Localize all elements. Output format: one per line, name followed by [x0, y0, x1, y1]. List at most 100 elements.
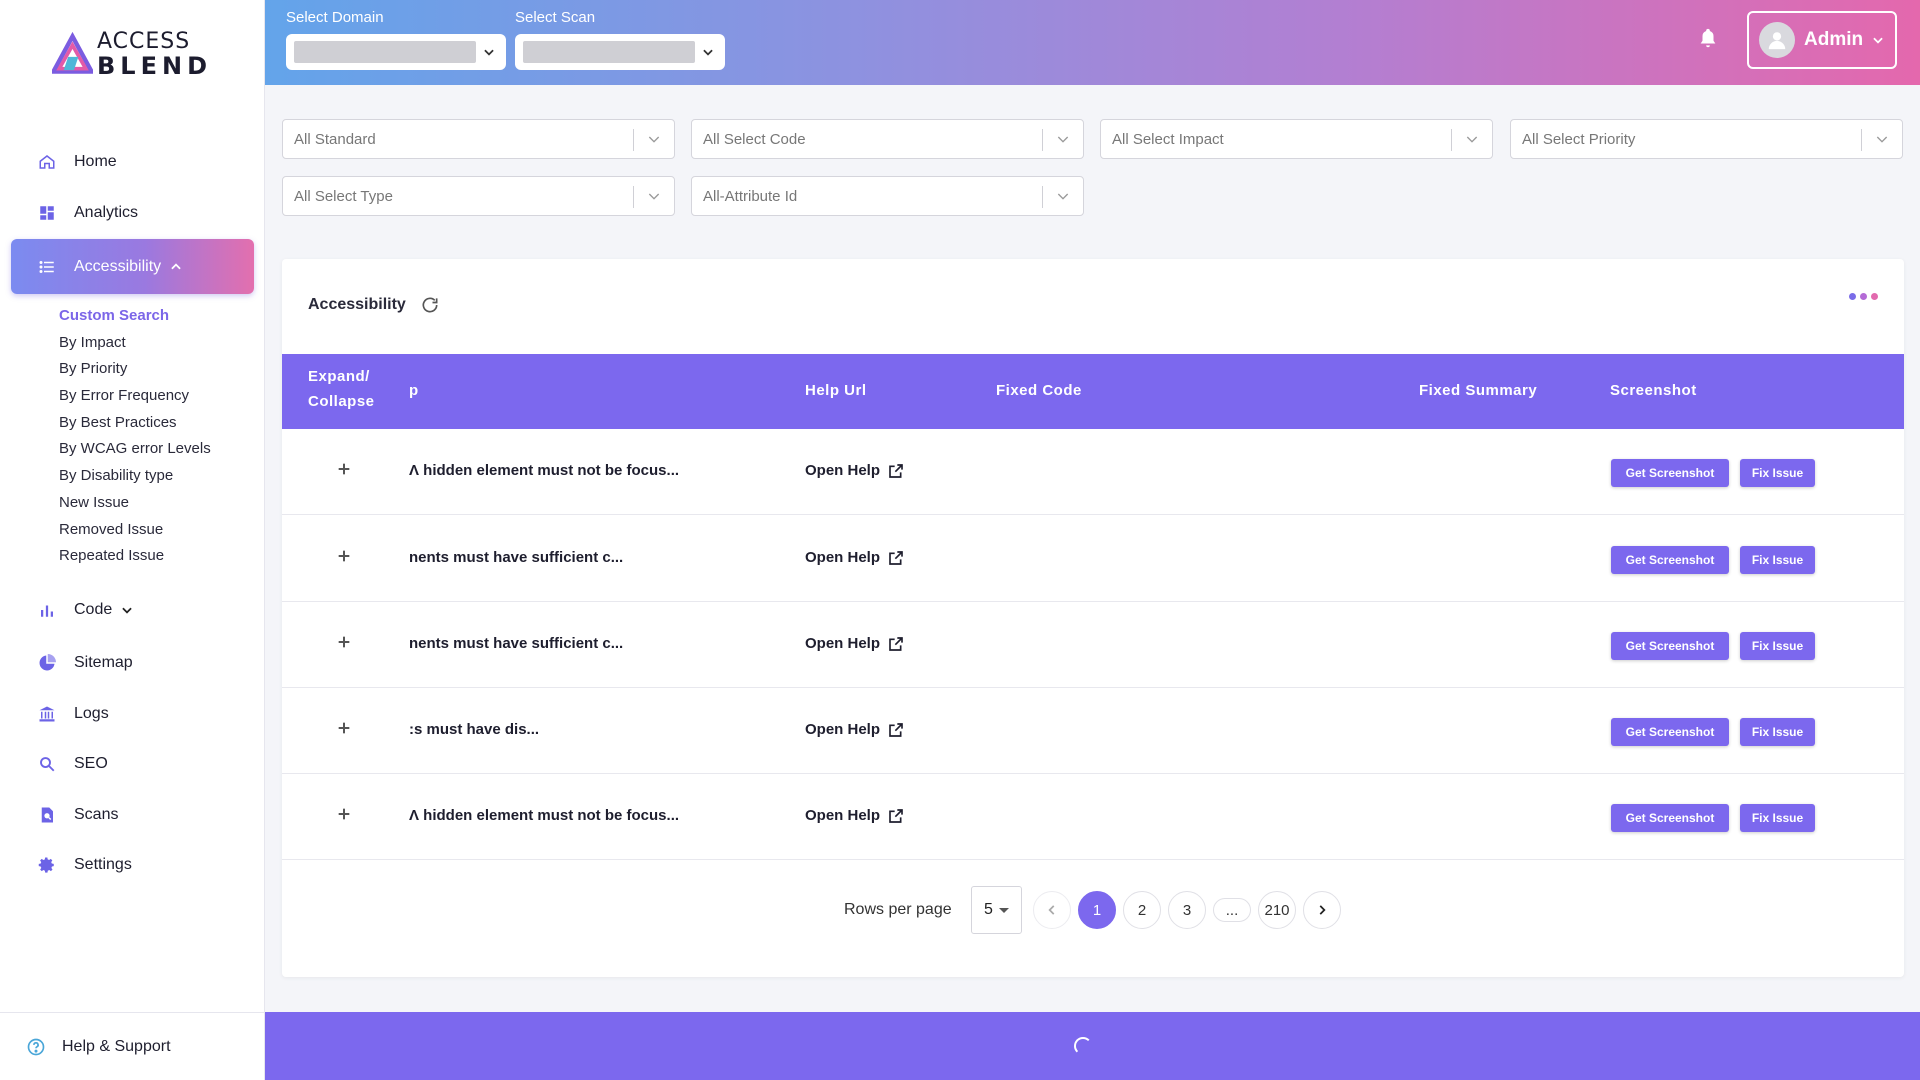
search-icon [37, 754, 57, 774]
plus-icon[interactable] [336, 548, 352, 569]
submenu-item-removed-issue[interactable]: Removed Issue [59, 520, 211, 547]
scan-select[interactable] [515, 34, 725, 70]
refresh-icon[interactable] [420, 295, 440, 315]
open-help-link[interactable]: Open Help [805, 549, 904, 566]
col-expand-collapse-1: Expand/ [308, 368, 370, 385]
sidebar-item-seo[interactable]: SEO [11, 742, 254, 786]
get-screenshot-button[interactable]: Get Screenshot [1611, 718, 1729, 746]
page-button-2[interactable]: 2 [1123, 891, 1161, 929]
code-filter[interactable]: All Select Code [691, 119, 1084, 159]
user-menu-button[interactable]: Admin [1747, 11, 1897, 69]
gear-icon [37, 855, 57, 875]
page-ellipsis: ... [1213, 898, 1251, 922]
chevron-down-icon [1464, 131, 1480, 147]
sidebar-item-settings[interactable]: Settings [11, 843, 254, 887]
chevron-down-icon [1055, 131, 1071, 147]
sidebar-item-code[interactable]: Code [11, 588, 254, 632]
attribute-filter[interactable]: All-Attribute Id [691, 176, 1084, 216]
filter-separator [1451, 129, 1452, 151]
priority-filter[interactable]: All Select Priority [1510, 119, 1903, 159]
loading-spinner-icon [1074, 1037, 1092, 1055]
type-filter[interactable]: All Select Type [282, 176, 675, 216]
sidebar-item-logs[interactable]: Logs [11, 692, 254, 736]
impact-filter[interactable]: All Select Impact [1100, 119, 1493, 159]
sidebar-item-scans[interactable]: Scans [11, 793, 254, 837]
page-button-3[interactable]: 3 [1168, 891, 1206, 929]
accessibility-card: Accessibility Expand/ Collapse p Help Ur… [282, 259, 1904, 977]
sidebar-item-label: Accessibility [74, 257, 162, 275]
sidebar-item-analytics[interactable]: Analytics [11, 191, 254, 235]
get-screenshot-button[interactable]: Get Screenshot [1611, 459, 1729, 487]
open-help-link[interactable]: Open Help [805, 807, 904, 824]
chevron-down-icon [120, 603, 134, 617]
fix-issue-button[interactable]: Fix Issue [1740, 632, 1815, 660]
standard-filter-value: All Standard [294, 130, 376, 148]
table-row: nents must have sufficient c... Open Hel… [282, 602, 1904, 688]
page-button-1[interactable]: 1 [1078, 891, 1116, 929]
filter-separator [1042, 186, 1043, 208]
logo-icon [52, 31, 93, 74]
sidebar-item-label: Settings [74, 856, 132, 873]
submenu-item-by-disability-type[interactable]: By Disability type [59, 466, 211, 493]
next-page-button[interactable] [1303, 891, 1341, 929]
sidebar-item-accessibility[interactable]: Accessibility [11, 239, 254, 294]
fix-issue-button[interactable]: Fix Issue [1740, 804, 1815, 832]
submenu-item-by-impact[interactable]: By Impact [59, 333, 211, 360]
get-screenshot-button[interactable]: Get Screenshot [1611, 804, 1729, 832]
page-button-210[interactable]: 210 [1258, 891, 1296, 929]
filter-separator [633, 129, 634, 151]
domain-select-label: Select Domain [286, 9, 384, 26]
issue-description: :s must have dis... [409, 721, 540, 738]
scan-select-label: Select Scan [515, 9, 596, 26]
open-help-link[interactable]: Open Help [805, 721, 904, 738]
bell-icon[interactable] [1697, 26, 1719, 55]
plus-icon[interactable] [336, 806, 352, 827]
brand-logo[interactable]: ACCESS BLEND [52, 26, 212, 82]
rows-per-page-select[interactable]: 5 [971, 886, 1022, 934]
open-help-link[interactable]: Open Help [805, 635, 904, 652]
col-help-url: Help Url [805, 382, 867, 399]
submenu-item-repeated-issue[interactable]: Repeated Issue [59, 546, 211, 573]
scan-select-value [523, 41, 695, 63]
fix-issue-button[interactable]: Fix Issue [1740, 546, 1815, 574]
plus-icon[interactable] [336, 461, 352, 482]
col-fixed-code: Fixed Code [996, 382, 1082, 399]
fix-issue-button[interactable]: Fix Issue [1740, 718, 1815, 746]
sidebar-item-sitemap[interactable]: Sitemap [11, 641, 254, 685]
standard-filter[interactable]: All Standard [282, 119, 675, 159]
brand-line1: ACCESS [97, 29, 191, 54]
submenu-item-new-issue[interactable]: New Issue [59, 493, 211, 520]
file-search-icon [37, 805, 57, 825]
col-expand-collapse-2: Collapse [308, 393, 375, 410]
sidebar-item-label: SEO [74, 755, 108, 772]
prev-page-button[interactable] [1033, 891, 1071, 929]
submenu-item-by-error-frequency[interactable]: By Error Frequency [59, 386, 211, 413]
sidebar-item-label: Sitemap [74, 654, 133, 671]
chevron-right-icon [1315, 903, 1329, 917]
caret-down-icon [998, 905, 1009, 915]
external-link-icon [888, 722, 904, 738]
plus-icon[interactable] [336, 634, 352, 655]
submenu-item-by-priority[interactable]: By Priority [59, 359, 211, 386]
domain-select[interactable] [286, 34, 506, 70]
submenu-item-custom-search[interactable]: Custom Search [59, 306, 211, 333]
sidebar-item-home[interactable]: Home [11, 140, 254, 184]
plus-icon[interactable] [336, 720, 352, 741]
submenu-item-by-wcag-levels[interactable]: By WCAG error Levels [59, 439, 211, 466]
help-support-link[interactable]: Help & Support [0, 1012, 265, 1080]
fix-issue-button[interactable]: Fix Issue [1740, 459, 1815, 487]
priority-filter-value: All Select Priority [1522, 130, 1636, 148]
get-screenshot-button[interactable]: Get Screenshot [1611, 632, 1729, 660]
code-filter-value: All Select Code [703, 130, 806, 148]
open-help-link[interactable]: Open Help [805, 462, 904, 479]
open-help-label: Open Help [805, 807, 881, 824]
get-screenshot-button[interactable]: Get Screenshot [1611, 546, 1729, 574]
issue-description: Ʌ hidden element must not be focus... [409, 807, 680, 824]
submenu-item-by-best-practices[interactable]: By Best Practices [59, 413, 211, 440]
sidebar-item-label: Home [74, 153, 117, 170]
more-options-icon[interactable] [1849, 293, 1878, 300]
open-help-label: Open Help [805, 462, 881, 479]
table-row: Ʌ hidden element must not be focus... Op… [282, 774, 1904, 860]
bar-chart-icon [37, 600, 57, 620]
chevron-up-icon [169, 260, 183, 274]
